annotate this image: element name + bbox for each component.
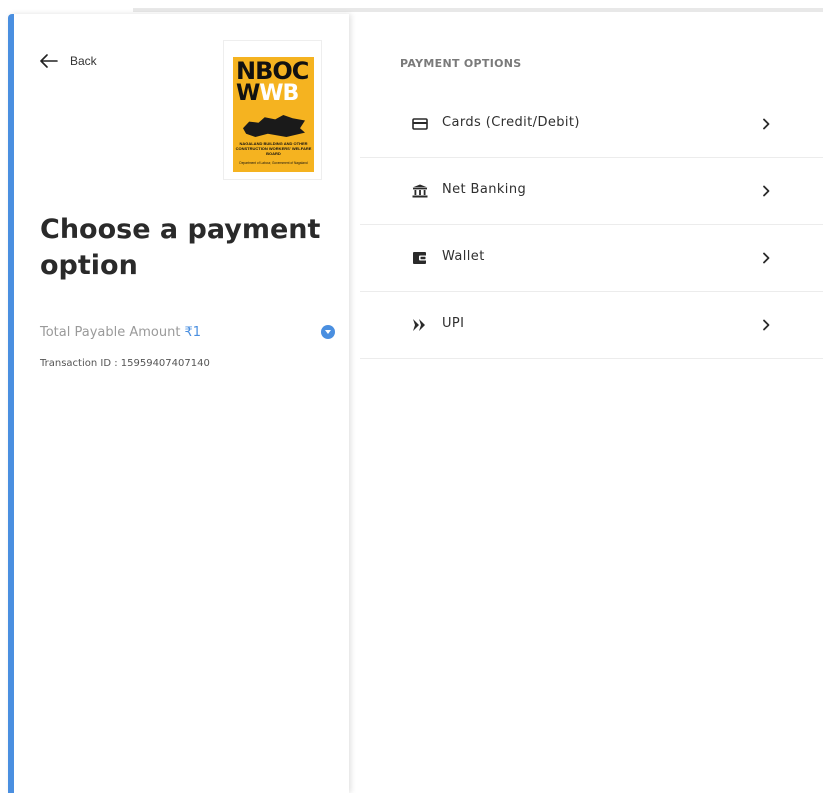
payment-options-panel: PAYMENT OPTIONS Cards (Credit/Debit) Net… xyxy=(360,14,823,793)
amount-label: Total Payable Amount xyxy=(40,324,181,340)
back-label: Back xyxy=(70,54,97,68)
merchant-logo: NBOC WWB NAGALAND BUILDING AND OTHER CON… xyxy=(223,40,322,180)
top-strip xyxy=(133,8,823,12)
total-amount-row: Total Payable Amount ₹1 xyxy=(40,321,335,343)
payment-page: Back NBOC WWB NAGALAND BUILDING AND OTHE… xyxy=(0,0,823,793)
logo-badge: NBOC WWB NAGALAND BUILDING AND OTHER CON… xyxy=(233,57,314,172)
back-button[interactable]: Back xyxy=(40,54,97,68)
option-netbanking[interactable]: Net Banking xyxy=(360,158,823,225)
logo-text-w: W xyxy=(236,81,260,106)
card-icon xyxy=(412,118,428,130)
page-title: Choose a payment option xyxy=(40,214,321,281)
section-heading: PAYMENT OPTIONS xyxy=(400,57,522,70)
arrow-left-icon xyxy=(40,54,58,68)
option-label: UPI xyxy=(442,316,465,331)
chevron-right-icon xyxy=(763,185,770,197)
wallet-icon xyxy=(413,252,427,264)
order-summary-panel: Back NBOC WWB NAGALAND BUILDING AND OTHE… xyxy=(8,14,349,793)
chevron-right-icon xyxy=(763,252,770,264)
option-label: Net Banking xyxy=(442,182,527,197)
chevron-right-icon xyxy=(763,319,770,331)
logo-text-wwb: WWB xyxy=(236,81,299,106)
option-label: Cards (Credit/Debit) xyxy=(442,115,580,130)
transaction-id: Transaction ID : 15959407407140 xyxy=(40,358,210,369)
payment-options-list: Cards (Credit/Debit) Net Banking Wallet … xyxy=(360,91,823,359)
expand-details-icon[interactable] xyxy=(321,325,335,339)
logo-text-nboc: NBOC xyxy=(236,57,309,85)
upi-icon xyxy=(413,319,425,331)
logo-text-wb: WB xyxy=(259,81,299,106)
logo-caption: NAGALAND BUILDING AND OTHER CONSTRUCTION… xyxy=(235,141,312,156)
amount-value: ₹1 xyxy=(184,324,202,340)
bank-icon xyxy=(412,184,428,198)
option-cards[interactable]: Cards (Credit/Debit) xyxy=(360,91,823,158)
logo-map-icon xyxy=(243,115,305,137)
logo-subcaption: Department of Labour, Government of Naga… xyxy=(239,161,308,165)
option-wallet[interactable]: Wallet xyxy=(360,225,823,292)
chevron-right-icon xyxy=(763,118,770,130)
option-upi[interactable]: UPI xyxy=(360,292,823,359)
option-label: Wallet xyxy=(442,249,485,264)
